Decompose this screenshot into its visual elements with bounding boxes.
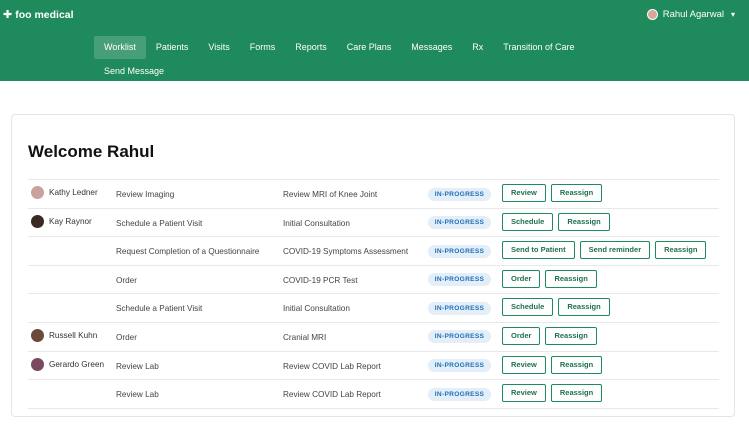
nav-worklist[interactable]: Worklist xyxy=(94,36,146,59)
status-badge: IN-PROGRESS xyxy=(428,330,491,344)
avatar xyxy=(31,186,44,199)
status-badge: IN-PROGRESS xyxy=(428,273,491,287)
order-button[interactable]: Order xyxy=(502,269,541,288)
table-row[interactable]: Order COVID-19 PCR Test IN-PROGRESS Order Re… xyxy=(28,266,719,295)
send-to-patient-button[interactable]: Send to Patient xyxy=(502,241,575,260)
nav-visits[interactable]: Visits xyxy=(198,36,239,59)
reassign-button[interactable]: Reassign xyxy=(550,355,603,374)
table-row[interactable]: Request Completion of a Questionnaire COV… xyxy=(28,237,719,266)
worklist-table: Kathy Ledner Review Imaging Review MRI of … xyxy=(28,179,719,409)
row-actions: Order Reassign xyxy=(502,326,597,345)
user-name: Rahul Agarwal xyxy=(662,9,724,20)
patient-name[interactable]: Kathy Ledner xyxy=(49,188,98,197)
worklist-card: Welcome Rahul Kathy Ledner Review Imaging… xyxy=(11,114,735,417)
nav-forms[interactable]: Forms xyxy=(240,36,286,59)
task-description: COVID-19 PCR Test xyxy=(283,275,358,285)
patient-cell[interactable]: Kathy Ledner xyxy=(31,186,98,199)
reassign-button[interactable]: Reassign xyxy=(545,269,597,288)
table-row[interactable]: Schedule a Patient Visit Initial Consulta… xyxy=(28,294,719,323)
row-actions: Send to Patient Send reminder Reassign xyxy=(502,241,707,260)
task-type: Review Lab xyxy=(116,390,159,400)
table-row[interactable]: Review Lab Review COVID Lab Report IN-PROG… xyxy=(28,380,719,409)
table-row[interactable]: Kay Raynor Schedule a Patient Visit Initia… xyxy=(28,209,719,238)
row-actions: Review Reassign xyxy=(502,184,603,202)
task-description: Review COVID Lab Report xyxy=(283,361,381,371)
task-type: Schedule a Patient Visit xyxy=(116,218,203,228)
table-row[interactable]: Gerardo Green Review Lab Review COVID Lab … xyxy=(28,352,719,381)
table-row[interactable]: Kathy Ledner Review Imaging Review MRI of … xyxy=(28,180,719,209)
nav-rx[interactable]: Rx xyxy=(462,36,493,59)
avatar xyxy=(31,357,44,371)
reassign-button[interactable]: Reassign xyxy=(558,298,610,317)
patient-name[interactable]: Gerardo Green xyxy=(49,360,104,369)
row-actions: Review Reassign xyxy=(502,384,603,403)
page-title: Welcome Rahul xyxy=(28,142,155,161)
schedule-button[interactable]: Schedule xyxy=(502,212,554,231)
app-logo[interactable]: ✚ foo medical xyxy=(3,8,74,22)
reassign-button[interactable]: Reassign xyxy=(545,326,597,345)
status-badge: IN-PROGRESS xyxy=(428,216,491,230)
task-description: Review COVID Lab Report xyxy=(283,390,381,400)
nav-transition-of-care[interactable]: Transition of Care xyxy=(493,36,584,59)
row-actions: Schedule Reassign xyxy=(502,298,610,317)
review-button[interactable]: Review xyxy=(502,355,546,374)
patient-cell[interactable]: Gerardo Green xyxy=(31,357,104,371)
review-button[interactable]: Review xyxy=(502,184,546,202)
avatar xyxy=(646,9,658,20)
status-badge: IN-PROGRESS xyxy=(428,244,491,258)
reassign-button[interactable]: Reassign xyxy=(550,184,603,202)
patient-cell[interactable]: Kay Raynor xyxy=(31,214,92,228)
send-reminder-button[interactable]: Send reminder xyxy=(579,241,651,260)
task-type: Schedule a Patient Visit xyxy=(116,304,203,314)
schedule-button[interactable]: Schedule xyxy=(502,298,554,317)
review-button[interactable]: Review xyxy=(502,384,546,403)
chevron-down-icon: ▾ xyxy=(730,10,735,19)
task-type: Review Lab xyxy=(116,361,159,371)
task-description: Initial Consultation xyxy=(283,304,350,314)
nav-send-message[interactable]: Send Message xyxy=(94,60,174,83)
patient-name[interactable]: Russell Kuhn xyxy=(49,331,97,340)
top-header: ✚ foo medical Rahul Agarwal ▾ Worklist P… xyxy=(0,0,749,81)
avatar xyxy=(31,214,44,228)
logo-text: foo medical xyxy=(15,8,74,21)
row-actions: Schedule Reassign xyxy=(502,212,610,231)
order-button[interactable]: Order xyxy=(502,326,541,345)
task-type: Order xyxy=(116,275,137,285)
reassign-button[interactable]: Reassign xyxy=(558,212,610,231)
task-description: Cranial MRI xyxy=(283,332,327,342)
avatar xyxy=(31,328,44,342)
plus-icon: ✚ xyxy=(3,9,13,21)
reassign-button[interactable]: Reassign xyxy=(550,384,603,403)
task-type: Request Completion of a Questionnaire xyxy=(116,247,260,257)
nav-reports[interactable]: Reports xyxy=(285,36,337,59)
status-badge: IN-PROGRESS xyxy=(428,187,491,201)
patient-cell[interactable]: Russell Kuhn xyxy=(31,328,97,342)
main-nav: Worklist Patients Visits Forms Reports C… xyxy=(94,36,585,59)
row-actions: Review Reassign xyxy=(502,355,603,374)
task-type: Order xyxy=(116,332,137,342)
user-menu[interactable]: Rahul Agarwal ▾ xyxy=(646,9,735,20)
nav-messages[interactable]: Messages xyxy=(401,36,462,59)
task-description: COVID-19 Symptoms Assessment xyxy=(283,247,409,257)
nav-care-plans[interactable]: Care Plans xyxy=(337,36,402,59)
reassign-button[interactable]: Reassign xyxy=(655,241,707,260)
row-actions: Order Reassign xyxy=(502,269,597,288)
task-description: Review MRI of Knee Joint xyxy=(283,190,378,199)
status-badge: IN-PROGRESS xyxy=(428,301,491,315)
nav-patients[interactable]: Patients xyxy=(146,36,199,59)
table-row[interactable]: Russell Kuhn Order Cranial MRI IN-PROGRESS O… xyxy=(28,323,719,352)
status-badge: IN-PROGRESS xyxy=(428,387,491,401)
task-description: Initial Consultation xyxy=(283,218,350,228)
patient-name[interactable]: Kay Raynor xyxy=(49,217,92,226)
task-type: Review Imaging xyxy=(116,190,175,199)
status-badge: IN-PROGRESS xyxy=(428,359,491,373)
